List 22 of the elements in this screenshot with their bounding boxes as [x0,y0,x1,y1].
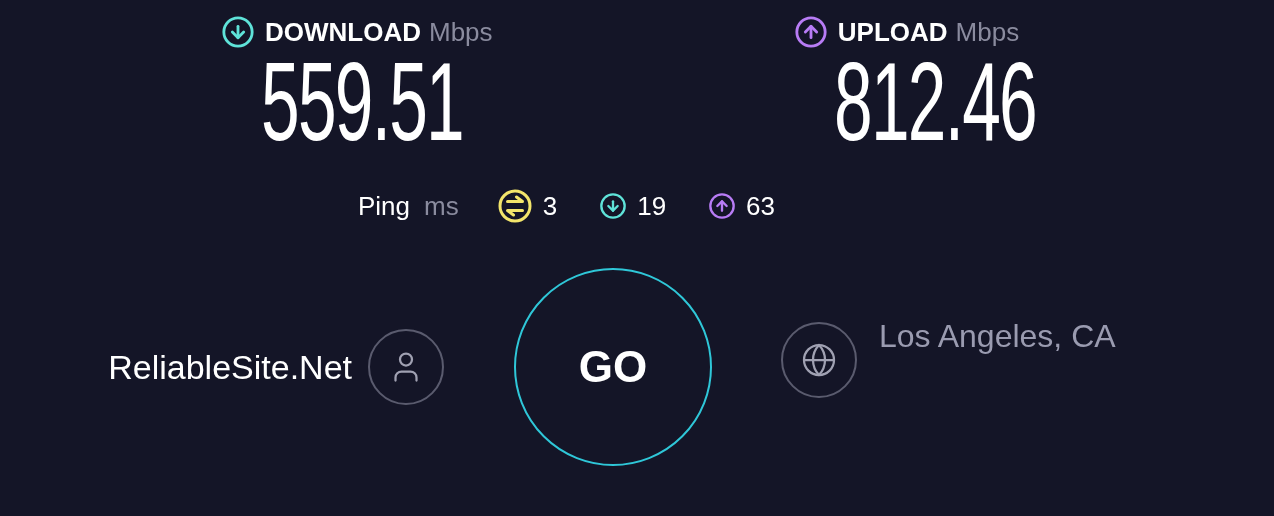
location-button[interactable] [781,322,857,398]
go-button[interactable]: GO [514,268,712,466]
unit-label: Mbps [429,15,493,49]
download-icon [221,15,255,49]
ping-value: 19 [637,189,667,223]
metric-label: UPLOAD [837,15,948,49]
upload-icon [708,192,737,220]
location-name: Los Angeles, CA [879,317,1116,356]
speed-value: 559.51 [261,50,463,154]
unit-label: ms [424,189,459,223]
unit-label: Mbps [955,15,1020,49]
host-name: ReliableSite.Net [107,346,352,388]
upload-icon [793,15,828,49]
speed-value: 812.46 [833,50,1036,154]
host-button[interactable] [368,329,444,405]
ping-value: 3 [542,189,558,223]
ping-label: Ping [358,189,411,223]
ping-value: 63 [746,189,776,223]
globe-icon [801,342,837,378]
download-icon [599,192,628,220]
metric-label: DOWNLOAD [265,15,421,49]
ping-icon [496,188,533,224]
